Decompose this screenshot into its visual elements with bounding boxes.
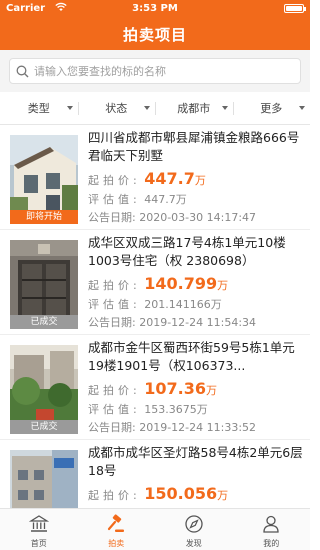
status-badge: 即将开始 xyxy=(10,210,78,224)
date-row: 公告日期: 2019-12-24 11:33:52 xyxy=(88,419,256,435)
start-price-row: 起拍价: 107.36万 xyxy=(88,379,217,398)
start-price-value: 150.056 xyxy=(144,484,218,503)
page-title: 拍卖项目 xyxy=(122,26,187,44)
appraisal-label: 评估值: xyxy=(88,193,141,206)
start-price-label: 起拍价: xyxy=(88,489,141,502)
date-value: 2019-12-24 11:54:34 xyxy=(139,316,257,329)
start-price-label: 起拍价: xyxy=(88,279,141,292)
gavel-icon xyxy=(108,514,125,532)
date-label: 公告日期: xyxy=(88,211,136,224)
date-label: 公告日期: xyxy=(88,316,136,329)
tab-auction[interactable]: 拍卖 xyxy=(78,509,156,550)
date-row: 公告日期: 2020-03-30 14:17:47 xyxy=(88,209,256,225)
date-label: 公告日期: xyxy=(88,421,136,434)
compass-icon xyxy=(185,515,203,533)
appraisal-row: 评估值: 447.7万 xyxy=(88,191,187,207)
auction-list: 即将开始 四川省成都市郫县犀浦镇金粮路666号君临天下别墅 起拍价: 447.7… xyxy=(0,125,310,508)
appraisal-value: 201.141166万 xyxy=(144,298,222,311)
start-price-row: 起拍价: 140.799万 xyxy=(88,274,228,293)
filter-more[interactable]: 更多 xyxy=(232,92,311,124)
item-title: 四川省成都市郫县犀浦镇金粮路666号君临天下别墅 xyxy=(88,130,300,163)
start-price-value: 140.799 xyxy=(144,274,218,293)
appraisal-value: 447.7万 xyxy=(144,193,187,206)
start-price-unit: 万 xyxy=(194,174,206,187)
date-value: 2019-12-24 11:33:52 xyxy=(139,421,257,434)
tab-home-label: 首页 xyxy=(30,539,47,548)
list-item[interactable]: 即将开始 四川省成都市郫县犀浦镇金粮路666号君临天下别墅 起拍价: 447.7… xyxy=(0,125,310,230)
tab-home[interactable]: 首页 xyxy=(0,509,78,550)
item-title: 成华区双成三路17号4栋1单元10楼1003号住宅（权 2380698） xyxy=(88,235,286,268)
list-item[interactable]: 成都市成华区圣灯路58号4栋2单元6层18号 起拍价: 150.056万 xyxy=(0,440,310,508)
filter-city-label: 成都市 xyxy=(177,102,211,115)
appraisal-label: 评估值: xyxy=(88,298,141,311)
start-price-unit: 万 xyxy=(205,384,217,397)
start-price-unit: 万 xyxy=(217,279,229,292)
date-value: 2020-03-30 14:17:47 xyxy=(139,211,257,224)
status-bar: Carrier 3:53 PM xyxy=(0,0,310,18)
appraisal-row: 评估值: 153.3675万 xyxy=(88,401,208,417)
tab-mine[interactable]: 我的 xyxy=(233,509,311,550)
battery-icon xyxy=(284,4,306,13)
property-image xyxy=(10,345,78,427)
property-image xyxy=(10,450,78,508)
start-price-value: 107.36 xyxy=(144,379,206,398)
date-row: 公告日期: 2019-12-24 11:54:34 xyxy=(88,314,256,330)
tab-bar: 首页 拍卖 发现 我的 xyxy=(0,508,310,550)
start-price-label: 起拍价: xyxy=(88,384,141,397)
filter-city[interactable]: 成都市 xyxy=(155,92,233,124)
tab-mine-label: 我的 xyxy=(263,539,280,548)
status-badge: 已成交 xyxy=(10,315,78,329)
start-price-value: 447.7 xyxy=(144,169,195,188)
property-image xyxy=(10,135,78,217)
item-title: 成都市金牛区蜀西环街59号5栋1单元19楼1901号（权106373... xyxy=(88,340,295,373)
filter-more-label: 更多 xyxy=(260,102,283,115)
user-icon xyxy=(263,515,279,533)
caret-down-icon xyxy=(299,106,305,110)
filter-status-label: 状态 xyxy=(105,102,128,115)
status-time: 3:53 PM xyxy=(132,3,178,14)
bank-icon xyxy=(28,515,49,532)
search-icon xyxy=(16,65,29,78)
appraisal-row: 评估值: 201.141166万 xyxy=(88,296,222,312)
start-price-label: 起拍价: xyxy=(88,174,141,187)
tab-auction-label: 拍卖 xyxy=(108,539,125,548)
filter-type-label: 类型 xyxy=(27,102,50,115)
tab-discover[interactable]: 发现 xyxy=(155,509,233,550)
status-badge: 已成交 xyxy=(10,420,78,434)
caret-down-icon xyxy=(66,106,73,110)
top-bar: Carrier 3:53 PM 拍卖项目 xyxy=(0,0,310,50)
filter-status[interactable]: 状态 xyxy=(77,92,156,124)
list-item[interactable]: 已成交 成华区双成三路17号4栋1单元10楼1003号住宅（权 2380698）… xyxy=(0,230,310,335)
appraisal-value: 153.3675万 xyxy=(144,403,208,416)
filter-type[interactable]: 类型 xyxy=(0,92,78,124)
appraisal-label: 评估值: xyxy=(88,403,141,416)
start-price-unit: 万 xyxy=(217,489,229,502)
start-price-row: 起拍价: 150.056万 xyxy=(88,484,228,503)
list-item[interactable]: 已成交 成都市金牛区蜀西环街59号5栋1单元19楼1901号（权106373..… xyxy=(0,335,310,440)
caret-down-icon xyxy=(221,106,228,110)
search-box[interactable] xyxy=(9,58,301,84)
tab-discover-label: 发现 xyxy=(185,539,202,548)
property-image xyxy=(10,240,78,322)
filter-bar: 类型 状态 成都市 更多 xyxy=(0,92,310,125)
search-input[interactable] xyxy=(34,62,294,80)
item-title: 成都市成华区圣灯路58号4栋2单元6层18号 xyxy=(88,445,303,478)
start-price-row: 起拍价: 447.7万 xyxy=(88,169,206,188)
caret-down-icon xyxy=(144,106,150,110)
search-bar xyxy=(0,50,310,92)
